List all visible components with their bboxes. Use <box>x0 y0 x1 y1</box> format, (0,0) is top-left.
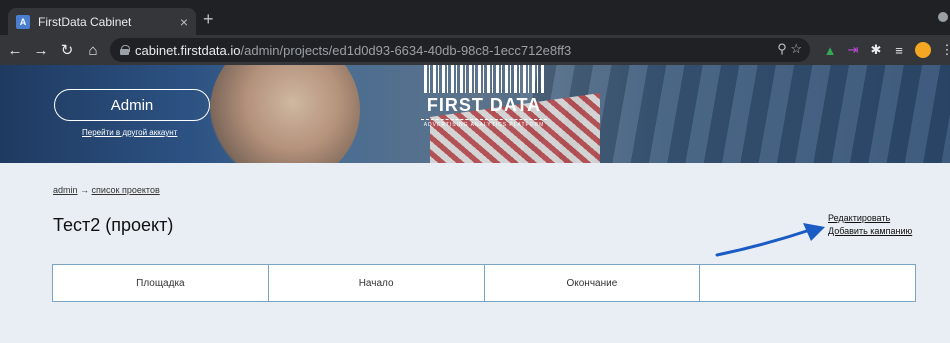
arrow-extension-icon[interactable]: ⇥ <box>846 42 860 58</box>
window-menu-icon[interactable] <box>938 12 948 22</box>
address-bar[interactable]: cabinet.firstdata.io/admin/projects/ed1d… <box>110 38 810 62</box>
banner-photo-person <box>210 65 360 163</box>
drive-extension-icon[interactable]: ▲ <box>823 43 837 58</box>
header-banner: Admin Перейти в другой аккаунт FIRST DAT… <box>0 65 950 163</box>
forward-arrow-icon[interactable]: → <box>30 42 52 59</box>
breadcrumb-admin[interactable]: admin <box>53 185 78 195</box>
url-host: cabinet.firstdata.io <box>135 42 241 58</box>
logo-tagline: ADVERTISING ANALYTICS PLATFORM <box>421 119 547 128</box>
breadcrumb-separator: → <box>80 185 90 195</box>
more-menu-icon[interactable]: ⋮ <box>940 42 950 58</box>
reading-list-icon[interactable]: ≡ <box>892 43 906 58</box>
column-header-platform[interactable]: Площадка <box>53 265 269 301</box>
extensions-area: ▲ ⇥ ✱ ≡ ⋮ <box>823 42 950 58</box>
breadcrumb: admin → список проектов <box>53 185 160 195</box>
barcode-icon <box>424 65 544 93</box>
edit-project-link[interactable]: Редактировать <box>828 213 912 223</box>
home-icon[interactable]: ⌂ <box>82 42 104 59</box>
new-tab-button[interactable]: + <box>203 10 214 28</box>
column-header-end[interactable]: Окончание <box>485 265 701 301</box>
browser-tab[interactable]: A FirstData Cabinet × <box>8 8 196 35</box>
main-content: admin → список проектов Тест2 (проект) Р… <box>0 163 950 343</box>
campaigns-table-header: Площадка Начало Окончание <box>52 264 916 302</box>
back-arrow-icon[interactable]: ← <box>4 42 26 59</box>
bookmark-star-icon[interactable]: ☆ <box>790 41 802 56</box>
profile-avatar[interactable] <box>915 42 931 58</box>
url-path: /admin/projects/ed1d0d93-6634-40db-98c8-… <box>240 42 572 58</box>
add-campaign-link[interactable]: Добавить кампанию <box>828 226 912 236</box>
switch-account-link[interactable]: Перейти в другой аккаунт <box>82 128 177 137</box>
reload-icon[interactable]: ↻ <box>56 41 78 59</box>
column-header-actions <box>700 265 915 301</box>
page-title: Тест2 (проект) <box>53 215 174 235</box>
omnibox-icons: ⚲ ☆ <box>777 41 802 57</box>
browser-toolbar: ← → ↻ ⌂ cabinet.firstdata.io/admin/proje… <box>0 35 950 65</box>
puzzle-extensions-icon[interactable]: ✱ <box>869 42 883 58</box>
pointer-arrow-icon <box>715 223 825 257</box>
site-favicon-icon: A <box>16 14 30 29</box>
zoom-icon[interactable]: ⚲ <box>777 41 787 56</box>
firstdata-logo[interactable]: FIRST DATA ADVERTISING ANALYTICS PLATFOR… <box>421 65 547 145</box>
project-actions: Редактировать Добавить кампанию <box>828 213 912 239</box>
close-tab-icon[interactable]: × <box>180 14 188 30</box>
logo-text: FIRST DATA <box>426 95 542 115</box>
breadcrumb-project-list[interactable]: список проектов <box>92 185 160 195</box>
admin-account-button[interactable]: Admin <box>54 89 210 121</box>
browser-tab-bar: A FirstData Cabinet × + <box>0 0 950 35</box>
tab-title: FirstData Cabinet <box>38 14 132 29</box>
lock-icon[interactable] <box>120 45 130 55</box>
column-header-start[interactable]: Начало <box>269 265 485 301</box>
